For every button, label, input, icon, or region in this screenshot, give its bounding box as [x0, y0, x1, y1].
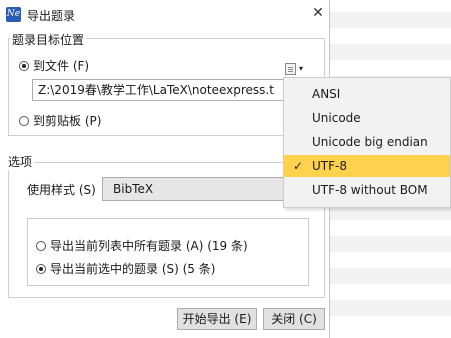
dialog-title: 导出题录 — [27, 9, 76, 23]
style-label: 使用样式 (S) — [27, 183, 96, 197]
menu-item-ansi[interactable]: ANSI — [284, 83, 450, 105]
menu-item-label: Unicode — [312, 111, 361, 125]
export-selected-label[interactable]: 导出当前选中的题录 (S) (5 条) — [50, 260, 215, 277]
to-clipboard-label[interactable]: 到剪贴板 (P) — [33, 112, 101, 129]
target-location-legend: 题录目标位置 — [10, 31, 87, 48]
close-button[interactable]: 关闭 (C) — [263, 308, 325, 330]
menu-item-label: UTF-8 — [312, 159, 347, 173]
menu-item-label: Unicode big endian — [312, 135, 428, 149]
menu-item-utf8-without-bom[interactable]: UTF-8 without BOM — [284, 179, 450, 201]
encoding-dropdown-button[interactable]: ▾ — [285, 62, 309, 76]
background-row — [330, 236, 451, 252]
noteexpress-logo-icon: Ne — [6, 7, 21, 22]
encoding-menu: ANSI Unicode Unicode big endian ✓ UTF-8 … — [283, 77, 451, 208]
check-icon: ✓ — [293, 159, 304, 173]
to-clipboard-radio[interactable] — [19, 116, 29, 126]
menu-item-unicode[interactable]: Unicode — [284, 107, 450, 129]
export-selected-radio[interactable] — [36, 264, 46, 274]
menu-item-unicode-big-endian[interactable]: Unicode big endian — [284, 131, 450, 153]
background-row — [330, 44, 451, 60]
to-file-radio[interactable] — [19, 61, 29, 71]
export-all-label[interactable]: 导出当前列表中所有题录 (A) (19 条) — [50, 237, 248, 254]
title-bar: Ne 导出题录 ✕ — [0, 0, 330, 28]
document-icon — [285, 63, 296, 75]
menu-item-utf8[interactable]: ✓ UTF-8 — [284, 155, 450, 177]
background-row — [330, 12, 451, 28]
background-row — [330, 300, 451, 316]
menu-item-label: ANSI — [312, 87, 341, 101]
export-all-radio[interactable] — [36, 241, 46, 251]
chevron-down-icon: ▾ — [299, 64, 304, 73]
menu-item-label: UTF-8 without BOM — [312, 183, 428, 197]
start-export-button[interactable]: 开始导出 (E) — [177, 308, 257, 330]
close-icon[interactable]: ✕ — [310, 5, 326, 21]
style-select[interactable]: BibTeX — [102, 177, 300, 201]
background-row — [330, 268, 451, 284]
options-legend: 选项 — [6, 153, 35, 170]
to-file-label[interactable]: 到文件 (F) — [33, 57, 89, 74]
export-dialog: Ne 导出题录 ✕ 题录目标位置 到文件 (F) ▾ Z:\2019春\教学工作… — [0, 0, 330, 338]
file-path-input[interactable]: Z:\2019春\教学工作\LaTeX\noteexpress.t — [32, 79, 284, 101]
